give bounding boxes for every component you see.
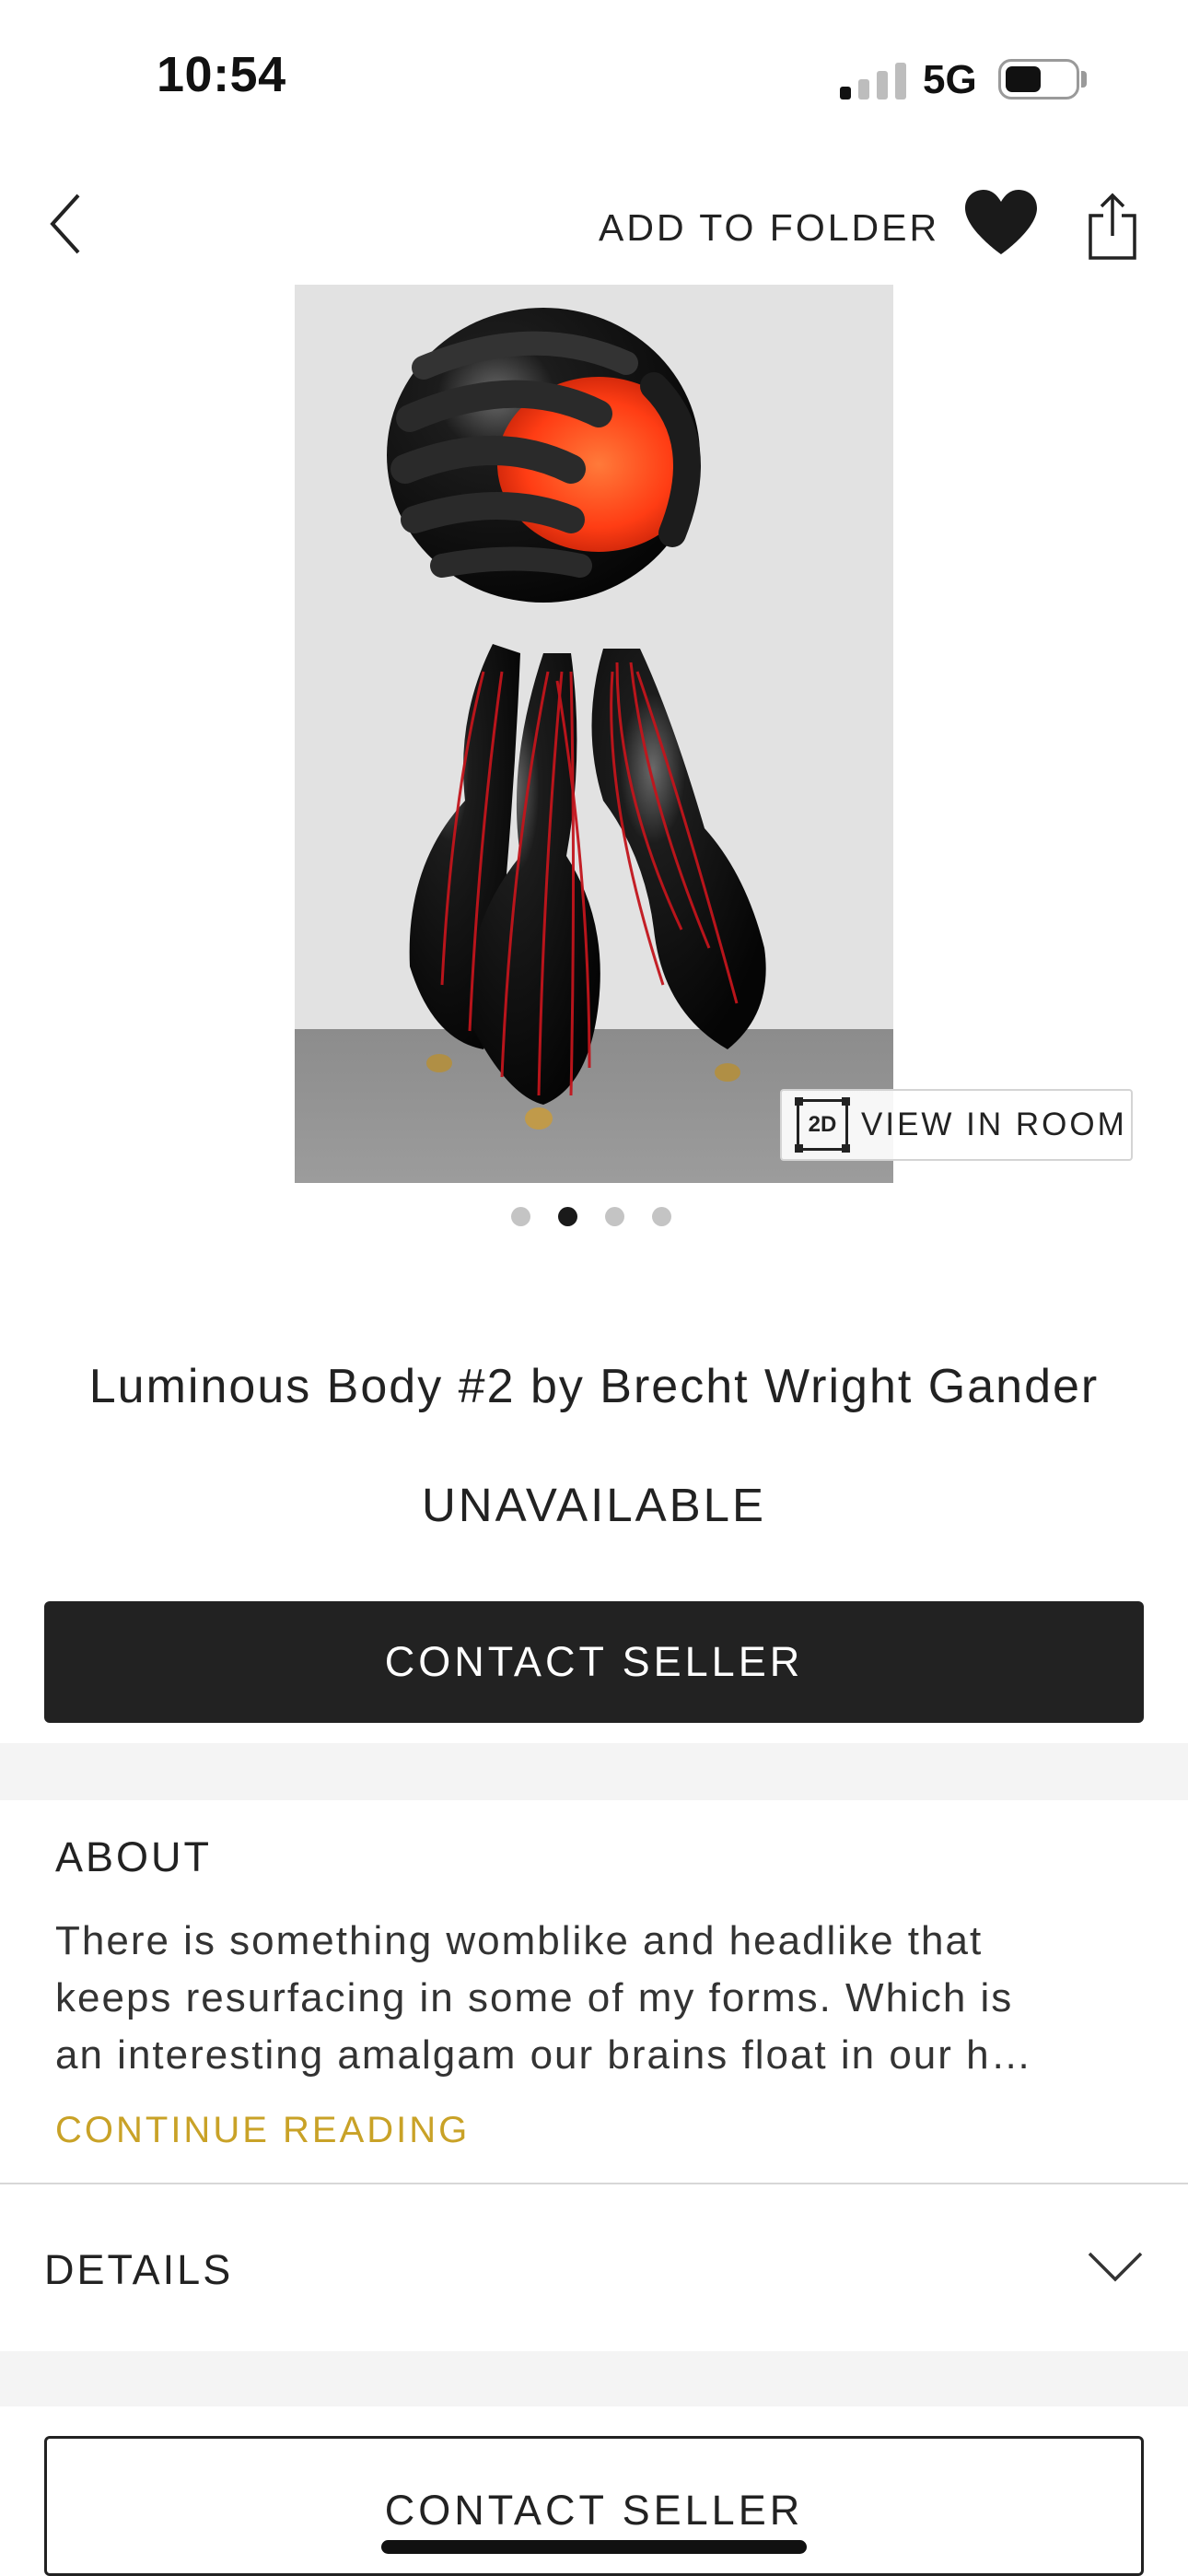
section-separator: [0, 1743, 1188, 1800]
details-toggle[interactable]: [1087, 2248, 1144, 2285]
sculpture-illustration: [295, 285, 893, 1183]
about-heading: ABOUT: [55, 1833, 213, 1880]
about-text: There is something womblike and headlike…: [55, 1913, 1133, 2084]
chevron-left-icon: [50, 193, 80, 254]
availability-status: UNAVAILABLE: [421, 1479, 767, 1531]
about-line: keeps resurfacing in some of my forms. W…: [55, 1975, 1014, 2020]
section-separator: [0, 2351, 1188, 2406]
view-in-room-badge: 2D: [808, 1112, 837, 1137]
carousel-dot[interactable]: [605, 1207, 624, 1226]
carousel-dots: [511, 1207, 671, 1226]
share-button[interactable]: [1085, 192, 1140, 262]
back-button[interactable]: [33, 184, 98, 263]
heart-icon: [965, 190, 1037, 254]
carousel-dot[interactable]: [511, 1207, 530, 1226]
artwork-image[interactable]: [295, 285, 893, 1183]
about-line: There is something womblike and headlike…: [55, 1918, 984, 1963]
chevron-down-icon: [1088, 2252, 1143, 2282]
contact-seller-button[interactable]: CONTACT SELLER: [44, 1601, 1144, 1723]
share-icon: [1089, 193, 1136, 260]
contact-seller-footer-button[interactable]: CONTACT SELLER: [44, 2436, 1144, 2576]
details-heading[interactable]: DETAILS: [44, 2246, 233, 2294]
add-to-folder-button[interactable]: ADD TO FOLDER: [599, 206, 939, 250]
carousel-dot-active[interactable]: [558, 1207, 577, 1226]
view-in-room-button[interactable]: 2D VIEW IN ROOM: [780, 1089, 1133, 1161]
battery-icon: [998, 59, 1079, 100]
artwork-title: Luminous Body #2 by Brecht Wright Gander: [88, 1360, 1100, 1413]
continue-reading-link[interactable]: CONTINUE READING: [55, 2110, 470, 2151]
battery-tip: [1081, 71, 1087, 88]
signal-icon: [840, 61, 906, 100]
about-line: an interesting amalgam our brains float …: [55, 2032, 1033, 2078]
status-time: 10:54: [157, 47, 286, 102]
divider: [0, 2183, 1188, 2184]
view-in-room-label: VIEW IN ROOM: [861, 1107, 1127, 1142]
network-type: 5G: [923, 57, 977, 102]
home-indicator: [381, 2540, 807, 2554]
favorite-button[interactable]: [963, 188, 1039, 256]
carousel-dot[interactable]: [652, 1207, 671, 1226]
view-in-room-icon: 2D: [795, 1097, 850, 1153]
